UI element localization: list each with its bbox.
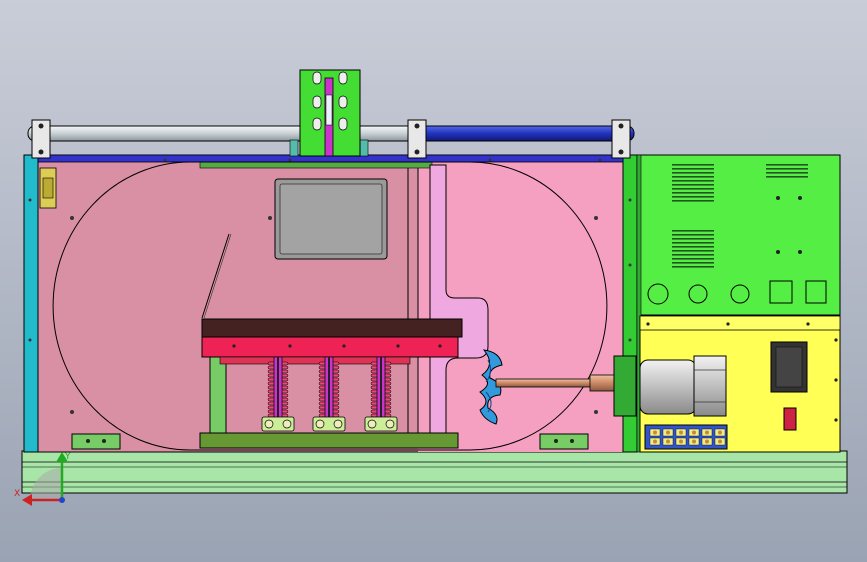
spring-group — [261, 356, 398, 432]
dial-2[interactable] — [730, 284, 750, 304]
switch-1[interactable] — [769, 280, 793, 304]
dial-1[interactable] — [688, 284, 708, 304]
top-bracket — [299, 69, 361, 157]
left-clamp — [39, 167, 57, 209]
power-knob[interactable] — [647, 283, 669, 305]
assembly-drawing: X Y — [0, 0, 867, 562]
cad-viewport[interactable]: X Y — [0, 0, 867, 562]
x-axis-label: X — [14, 489, 20, 499]
blue-rod — [411, 125, 635, 142]
y-axis-label: Y — [64, 452, 71, 462]
indicator-light — [783, 407, 797, 431]
switch-2[interactable] — [805, 280, 827, 304]
base-rail — [21, 450, 848, 494]
silver-rod — [27, 125, 433, 142]
